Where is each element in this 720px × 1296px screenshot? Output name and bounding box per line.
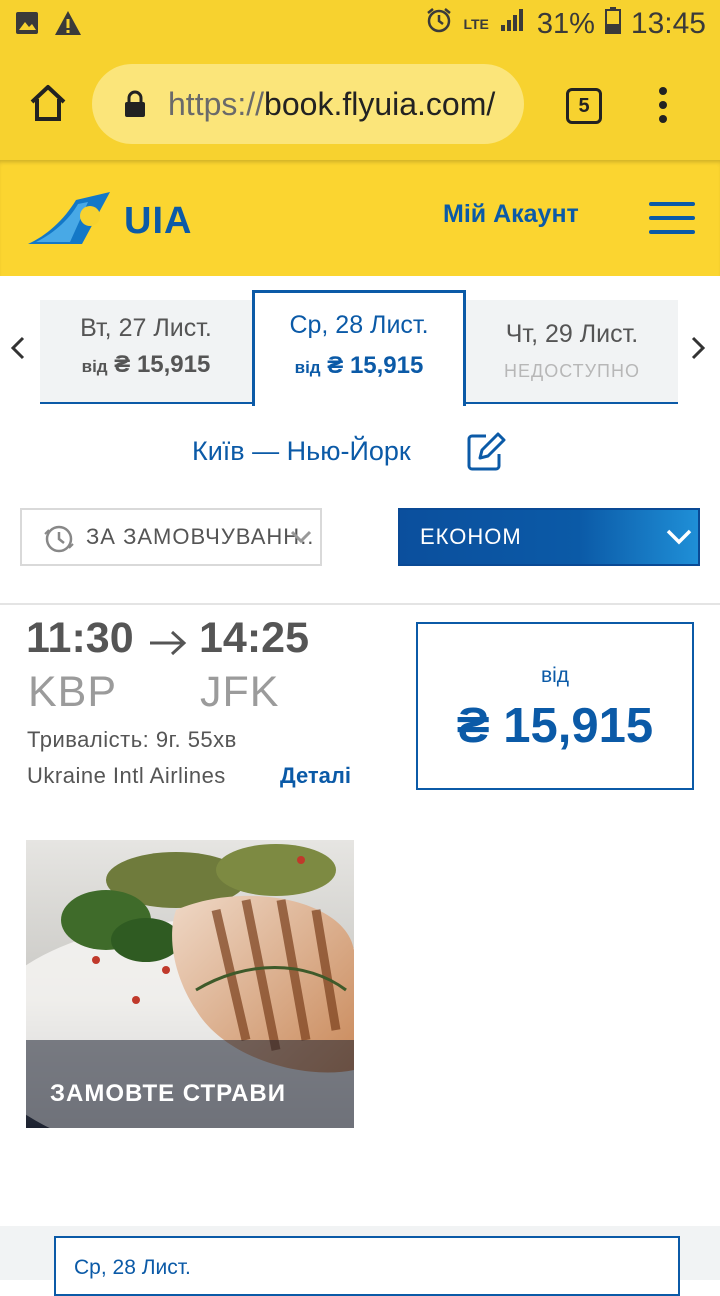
- status-bar: LTE 31% 13:45: [0, 0, 720, 50]
- account-link[interactable]: Мій Акаунт: [443, 200, 579, 229]
- alarm-icon: [425, 6, 453, 42]
- depart-time: 11:30: [26, 614, 134, 662]
- logo-text[interactable]: UIA: [124, 200, 192, 243]
- date-tab-day: Ср, 28 Лист.: [289, 311, 429, 339]
- home-icon[interactable]: [28, 84, 68, 127]
- sort-value: ЗА ЗАМОВЧУВАНН...: [86, 524, 316, 549]
- uia-logo-icon[interactable]: [26, 190, 112, 251]
- clock-time: 13:45: [630, 7, 706, 40]
- fare-from-label: від: [540, 664, 570, 687]
- url-host: book.flyuia.com/: [264, 86, 496, 122]
- date-tab-selected[interactable]: Ср, 28 Лист. від ₴ 15,915: [252, 290, 466, 406]
- chevron-down-icon: [666, 528, 692, 551]
- cabin-class-dropdown[interactable]: ЕКОНОМ: [398, 508, 700, 566]
- details-link[interactable]: Деталі: [280, 763, 351, 789]
- origin-code: KBP: [28, 668, 118, 716]
- more-vert-icon[interactable]: [656, 86, 670, 129]
- date-tab-price: від ₴ 15,915: [294, 352, 424, 379]
- browser-toolbar: https://book.flyuia.com/ 5: [0, 50, 720, 160]
- date-tab-price: від ₴ 15,915: [81, 351, 211, 378]
- url-field[interactable]: https://book.flyuia.com/: [92, 64, 524, 144]
- date-tab-prev[interactable]: Вт, 27 Лист. від ₴ 15,915: [40, 300, 252, 404]
- meal-promo-banner[interactable]: ЗАМОВТЕ СТРАВИ: [26, 840, 354, 1128]
- tab-count: 5: [578, 95, 590, 117]
- arrow-right-icon: [148, 620, 188, 669]
- chevron-right-icon[interactable]: [690, 336, 706, 367]
- chevron-left-icon[interactable]: [10, 336, 26, 367]
- fare-price: ₴ 15,915: [456, 699, 654, 753]
- date-tab-day: Вт, 27 Лист.: [80, 314, 212, 342]
- battery-percent: 31%: [536, 7, 595, 40]
- date-tab-next[interactable]: Чт, 29 Лист. НЕДОСТУПНО: [466, 300, 678, 404]
- network-type: LTE: [463, 16, 489, 32]
- chevron-down-icon: [290, 530, 312, 549]
- arrive-time: 14:25: [199, 614, 309, 662]
- flight-times: 11:30 14:25: [26, 614, 309, 663]
- menu-icon[interactable]: [649, 202, 695, 234]
- lock-icon: [124, 90, 146, 123]
- next-flight-card[interactable]: Ср, 28 Лист.: [54, 1236, 680, 1296]
- url-text: https://book.flyuia.com/: [168, 86, 495, 123]
- airline-name: Ukraine Intl Airlines: [27, 763, 226, 788]
- clock-icon: [42, 522, 76, 561]
- url-protocol: https://: [168, 86, 265, 122]
- destination-code: JFK: [200, 668, 280, 716]
- date-tab-day: Чт, 29 Лист.: [505, 320, 639, 348]
- edit-icon[interactable]: [466, 432, 506, 472]
- site-header: UIA Мій Акаунт: [0, 160, 720, 276]
- cabin-class-value: ЕКОНОМ: [420, 524, 522, 549]
- fare-button[interactable]: від ₴ 15,915: [416, 622, 694, 790]
- sort-dropdown[interactable]: ЗА ЗАМОВЧУВАНН...: [20, 508, 322, 566]
- card-date: Ср, 28 Лист.: [74, 1256, 191, 1279]
- divider: [0, 603, 720, 605]
- battery-icon: [604, 6, 621, 42]
- date-tab-status: НЕДОСТУПНО: [504, 361, 640, 381]
- signal-icon: [499, 7, 527, 41]
- tabs-icon[interactable]: 5: [566, 88, 602, 124]
- airports: KBP JFK: [28, 668, 278, 717]
- route-title: Київ — Нью-Йорк: [192, 436, 411, 466]
- date-carousel: Вт, 27 Лист. від ₴ 15,915 Ср, 28 Лист. в…: [0, 276, 720, 406]
- flight-duration: Тривалість: 9г. 55хв: [27, 727, 237, 752]
- gallery-icon: [14, 10, 40, 41]
- warning-icon: [54, 10, 82, 41]
- promo-caption: ЗАМОВТЕ СТРАВИ: [50, 1080, 286, 1107]
